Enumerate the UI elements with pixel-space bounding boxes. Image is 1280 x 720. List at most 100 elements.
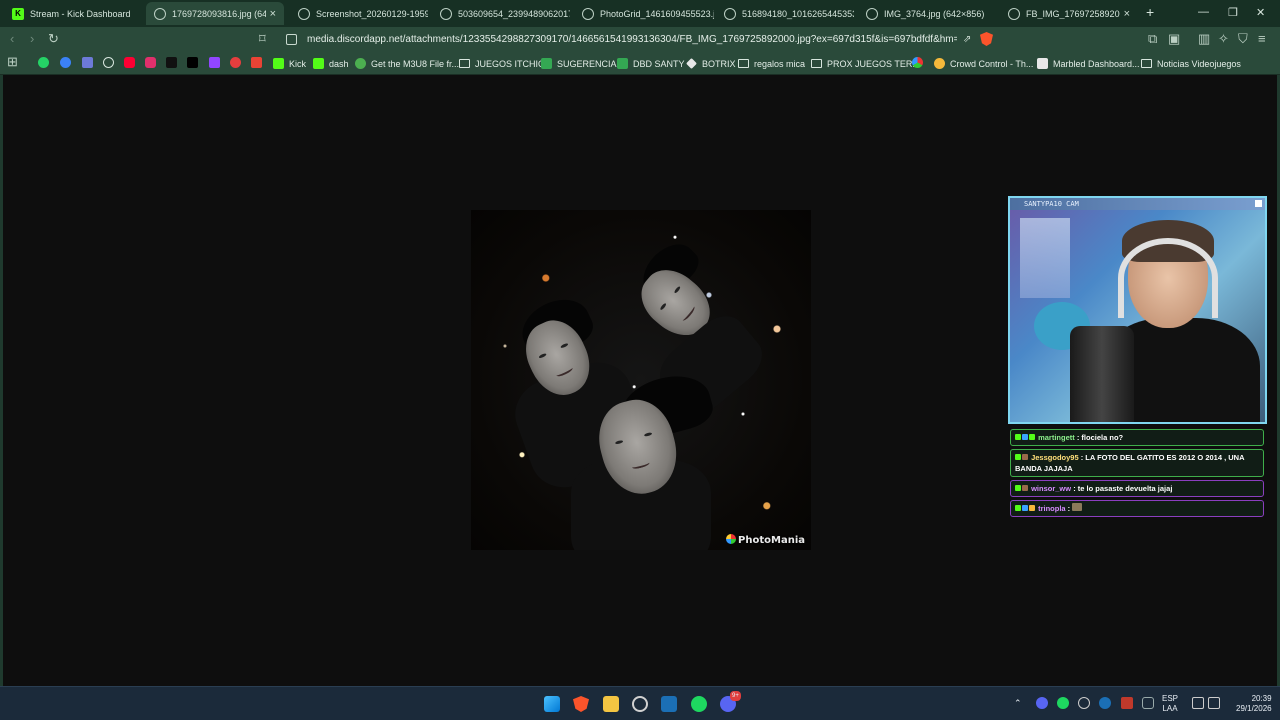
leo-ai-icon[interactable]: ✧	[1218, 32, 1229, 46]
reload-icon[interactable]: ↻	[48, 32, 59, 46]
menu-icon[interactable]: ≡	[1258, 32, 1266, 46]
color-wheel-icon[interactable]	[912, 57, 923, 68]
bookmark-crowd-control[interactable]: Crowd Control - Th...	[934, 56, 1033, 71]
tab-image-503[interactable]: 503609654_23994890620176	[432, 2, 570, 25]
chat-text: : te lo pasaste devuelta jajaj	[1071, 484, 1173, 493]
bookmark-regalos-mica[interactable]: regalos mica	[738, 56, 805, 71]
minimize-button[interactable]: —	[1198, 6, 1209, 18]
new-tab-button[interactable]: +	[1146, 4, 1154, 20]
brave-browser-icon[interactable]	[573, 696, 589, 712]
globe-icon	[154, 7, 166, 20]
bookmark-label: regalos mica	[754, 58, 806, 69]
bookmark-marbled[interactable]: Marbled Dashboard...	[1037, 56, 1140, 71]
kick-badge-icon	[1015, 454, 1021, 460]
lang-layout: LAA	[1162, 704, 1178, 713]
bookmark-label: JUEGOS ITCHIO	[475, 58, 546, 69]
globe-icon	[298, 7, 310, 20]
spotify-icon[interactable]	[691, 696, 707, 712]
media-icon[interactable]: ▣	[1168, 32, 1180, 46]
bookmark-botrix[interactable]: BOTRIX	[686, 56, 736, 71]
tab-photogrid[interactable]: PhotoGrid_1461609455523.jpg	[574, 2, 714, 25]
gmail-icon[interactable]	[251, 57, 262, 68]
kick-icon	[273, 58, 284, 69]
tab-close-icon[interactable]: ×	[266, 8, 276, 20]
bookmark-juegos-itchio[interactable]: JUEGOS ITCHIO	[459, 56, 545, 71]
sidebar-icon[interactable]: ▥	[1198, 32, 1210, 46]
bookmark-kick[interactable]: Kick	[273, 56, 306, 71]
tray-mic-icon[interactable]	[1142, 697, 1154, 709]
address-bar[interactable]: media.discordapp.net/attachments/1233554…	[278, 30, 998, 49]
kick-badge-icon	[1015, 485, 1021, 491]
site-info-icon[interactable]	[286, 34, 297, 45]
folder-icon	[811, 59, 822, 68]
volume-icon[interactable]	[1208, 697, 1220, 709]
youtube-icon[interactable]	[124, 57, 135, 68]
copilot-icon[interactable]	[60, 57, 71, 68]
tab-title: 516894180_101626544535390	[742, 8, 854, 19]
forward-icon[interactable]: ›	[30, 32, 34, 46]
tab-screenshot[interactable]: Screenshot_20260129-195902	[290, 2, 428, 25]
bookmark-dbd-santy[interactable]: DBD SANTY	[617, 56, 685, 71]
tray-discord-icon[interactable]	[1036, 697, 1048, 709]
tab-image-516[interactable]: 516894180_101626544535390	[716, 2, 854, 25]
badge-icon	[1029, 505, 1035, 511]
browser-window: K Stream - Kick Dashboard 1769728093816.…	[0, 0, 1280, 75]
tray-obs-icon[interactable]	[1078, 697, 1090, 709]
bookmark-label: BOTRIX	[702, 58, 736, 69]
bookmark-icon[interactable]: ⌑	[259, 32, 266, 46]
globe-icon	[866, 7, 878, 20]
steam-icon[interactable]	[661, 696, 677, 712]
tab-active-image[interactable]: 1769728093816.jpg (640× ×	[146, 2, 284, 25]
obs-icon[interactable]	[632, 696, 648, 712]
network-icon[interactable]	[1192, 697, 1204, 709]
crowd-control-icon	[934, 58, 945, 69]
language-indicator[interactable]: ESP LAA	[1162, 694, 1178, 714]
displayed-image[interactable]: PhotoMania	[471, 210, 811, 550]
marbled-icon	[1037, 58, 1048, 69]
extensions-icon[interactable]: ⧉	[1148, 32, 1157, 46]
bookmark-label: SUGERENCIAS	[557, 58, 623, 69]
photomania-logo-icon	[726, 534, 737, 544]
instagram-icon[interactable]	[145, 57, 156, 68]
clock[interactable]: 20:39 29/1/2026	[1236, 694, 1272, 714]
tab-title: IMG_3764.jpg (642×856)	[884, 8, 985, 19]
microphone-icon	[1070, 326, 1134, 422]
twitch-icon[interactable]	[209, 57, 220, 68]
vpn-shield-icon[interactable]: ⛉	[1238, 32, 1248, 46]
tiktok-icon[interactable]	[166, 57, 177, 68]
bookmark-label: Marbled Dashboard...	[1053, 58, 1140, 69]
tray-app-icon[interactable]	[1121, 697, 1133, 709]
bookmark-prox-juegos[interactable]: PROX JUEGOS TER...	[811, 56, 920, 71]
discord-badge: 9+	[730, 691, 741, 701]
tab-kick-dashboard[interactable]: K Stream - Kick Dashboard	[4, 2, 144, 25]
restore-button[interactable]: ❐	[1228, 6, 1238, 19]
tab-title: 1769728093816.jpg (640×	[172, 8, 266, 19]
bolt-icon[interactable]	[230, 57, 241, 68]
apps-grid-icon[interactable]: ⊞	[7, 55, 18, 69]
bookmark-m3u8[interactable]: Get the M3U8 File fr...	[355, 56, 459, 71]
chatgpt-icon[interactable]	[103, 57, 114, 68]
folder-icon	[1141, 59, 1152, 68]
bookmark-dash[interactable]: dash	[313, 56, 349, 71]
back-icon[interactable]: ‹	[10, 32, 14, 46]
clock-date: 29/1/2026	[1236, 704, 1272, 713]
bookmark-sugerencias[interactable]: SUGERENCIAS	[541, 56, 623, 71]
windows-taskbar: 9+ ⌃ ESP LAA 20:39 29/1/2026	[0, 686, 1280, 720]
kick-icon	[313, 58, 324, 69]
calendar-icon[interactable]	[82, 57, 93, 68]
tray-steam-icon[interactable]	[1099, 697, 1111, 709]
tray-overflow-icon[interactable]: ⌃	[1014, 698, 1022, 708]
tab-img-3764[interactable]: IMG_3764.jpg (642×856)	[858, 2, 996, 25]
bookmark-noticias[interactable]: Noticias Videojuegos	[1141, 56, 1241, 71]
whatsapp-icon[interactable]	[38, 57, 49, 68]
tab-close-icon[interactable]: ×	[1120, 8, 1130, 20]
close-window-button[interactable]: ✕	[1256, 6, 1265, 19]
x-twitter-icon[interactable]	[187, 57, 198, 68]
tab-fb-img[interactable]: FB_IMG_1769725892000.jp ×	[1000, 2, 1138, 25]
file-explorer-icon[interactable]	[603, 696, 619, 712]
badge-icon	[1029, 434, 1035, 440]
bookmark-label: Kick	[289, 58, 307, 69]
tray-spotify-icon[interactable]	[1057, 697, 1069, 709]
share-icon[interactable]: ⇗	[963, 34, 971, 45]
windows-start-icon[interactable]	[544, 696, 560, 712]
